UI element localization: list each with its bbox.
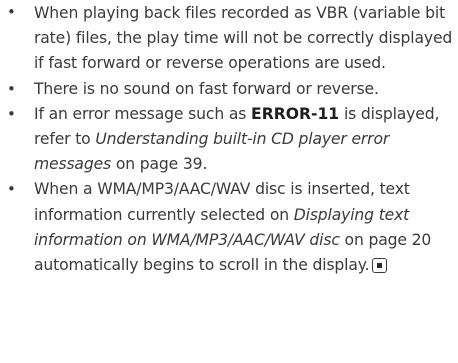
- list-item: • There is no sound on fast forward or r…: [0, 77, 458, 102]
- list-item: • When playing back files recorded as VB…: [0, 0, 458, 77]
- note-text-part: If an error message such as: [34, 104, 252, 123]
- bullet-icon: •: [7, 79, 16, 98]
- error-code: ERROR-11: [251, 104, 340, 123]
- note-text: When playing back files recorded as VBR …: [34, 4, 453, 73]
- list-item: • When a WMA/MP3/AAC/WAV disc is inserte…: [0, 177, 458, 278]
- manual-page: • When playing back files recorded as VB…: [0, 0, 458, 363]
- notes-list: • When playing back files recorded as VB…: [0, 0, 458, 278]
- note-text-part: on page 39.: [111, 155, 208, 174]
- list-item: • If an error message such as ERROR-11 i…: [0, 102, 458, 178]
- end-of-section-icon: [372, 258, 388, 274]
- bullet-icon: •: [7, 180, 16, 199]
- bullet-icon: •: [7, 3, 16, 21]
- bullet-icon: •: [7, 104, 16, 123]
- note-text: There is no sound on fast forward or rev…: [34, 79, 379, 98]
